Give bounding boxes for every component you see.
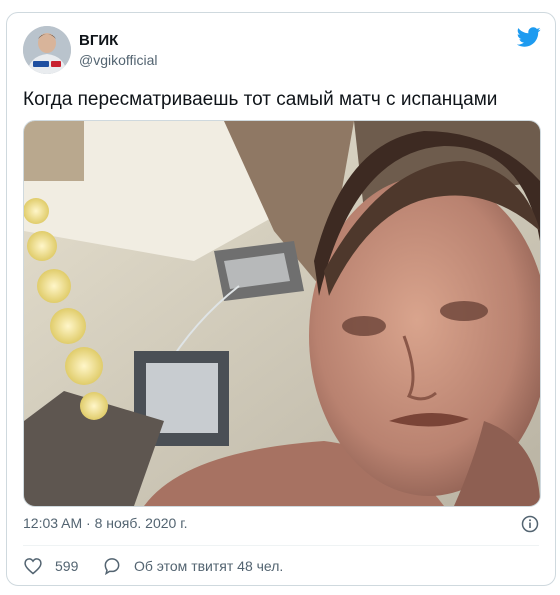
tweet-text: Когда пересматриваешь тот самый матч с и… [23, 89, 498, 110]
author-avatar[interactable] [23, 26, 71, 74]
divider [23, 545, 539, 546]
discussion-label: Об этом твитят 48 чел. [134, 558, 284, 574]
like-count: 599 [55, 558, 79, 574]
speech-bubble-icon [104, 558, 120, 576]
info-icon[interactable] [521, 515, 539, 533]
tweet-card: ВГИК @vgikofficial Когда пересматриваешь… [6, 12, 556, 586]
heart-icon [24, 558, 42, 575]
like-button[interactable]: 599 [23, 556, 78, 576]
author-handle[interactable]: @vgikofficial [79, 52, 158, 68]
avatar-image [23, 26, 71, 74]
discussion-link[interactable]: Об этом твитят 48 чел. [102, 556, 283, 576]
tweet-timestamp[interactable]: 12:03 AM · 8 нояб. 2020 г. [23, 515, 188, 531]
tweet-video[interactable] [23, 120, 541, 507]
twitter-bird-icon[interactable] [516, 25, 541, 49]
author-name[interactable]: ВГИК [79, 32, 118, 49]
video-frame [24, 121, 540, 506]
